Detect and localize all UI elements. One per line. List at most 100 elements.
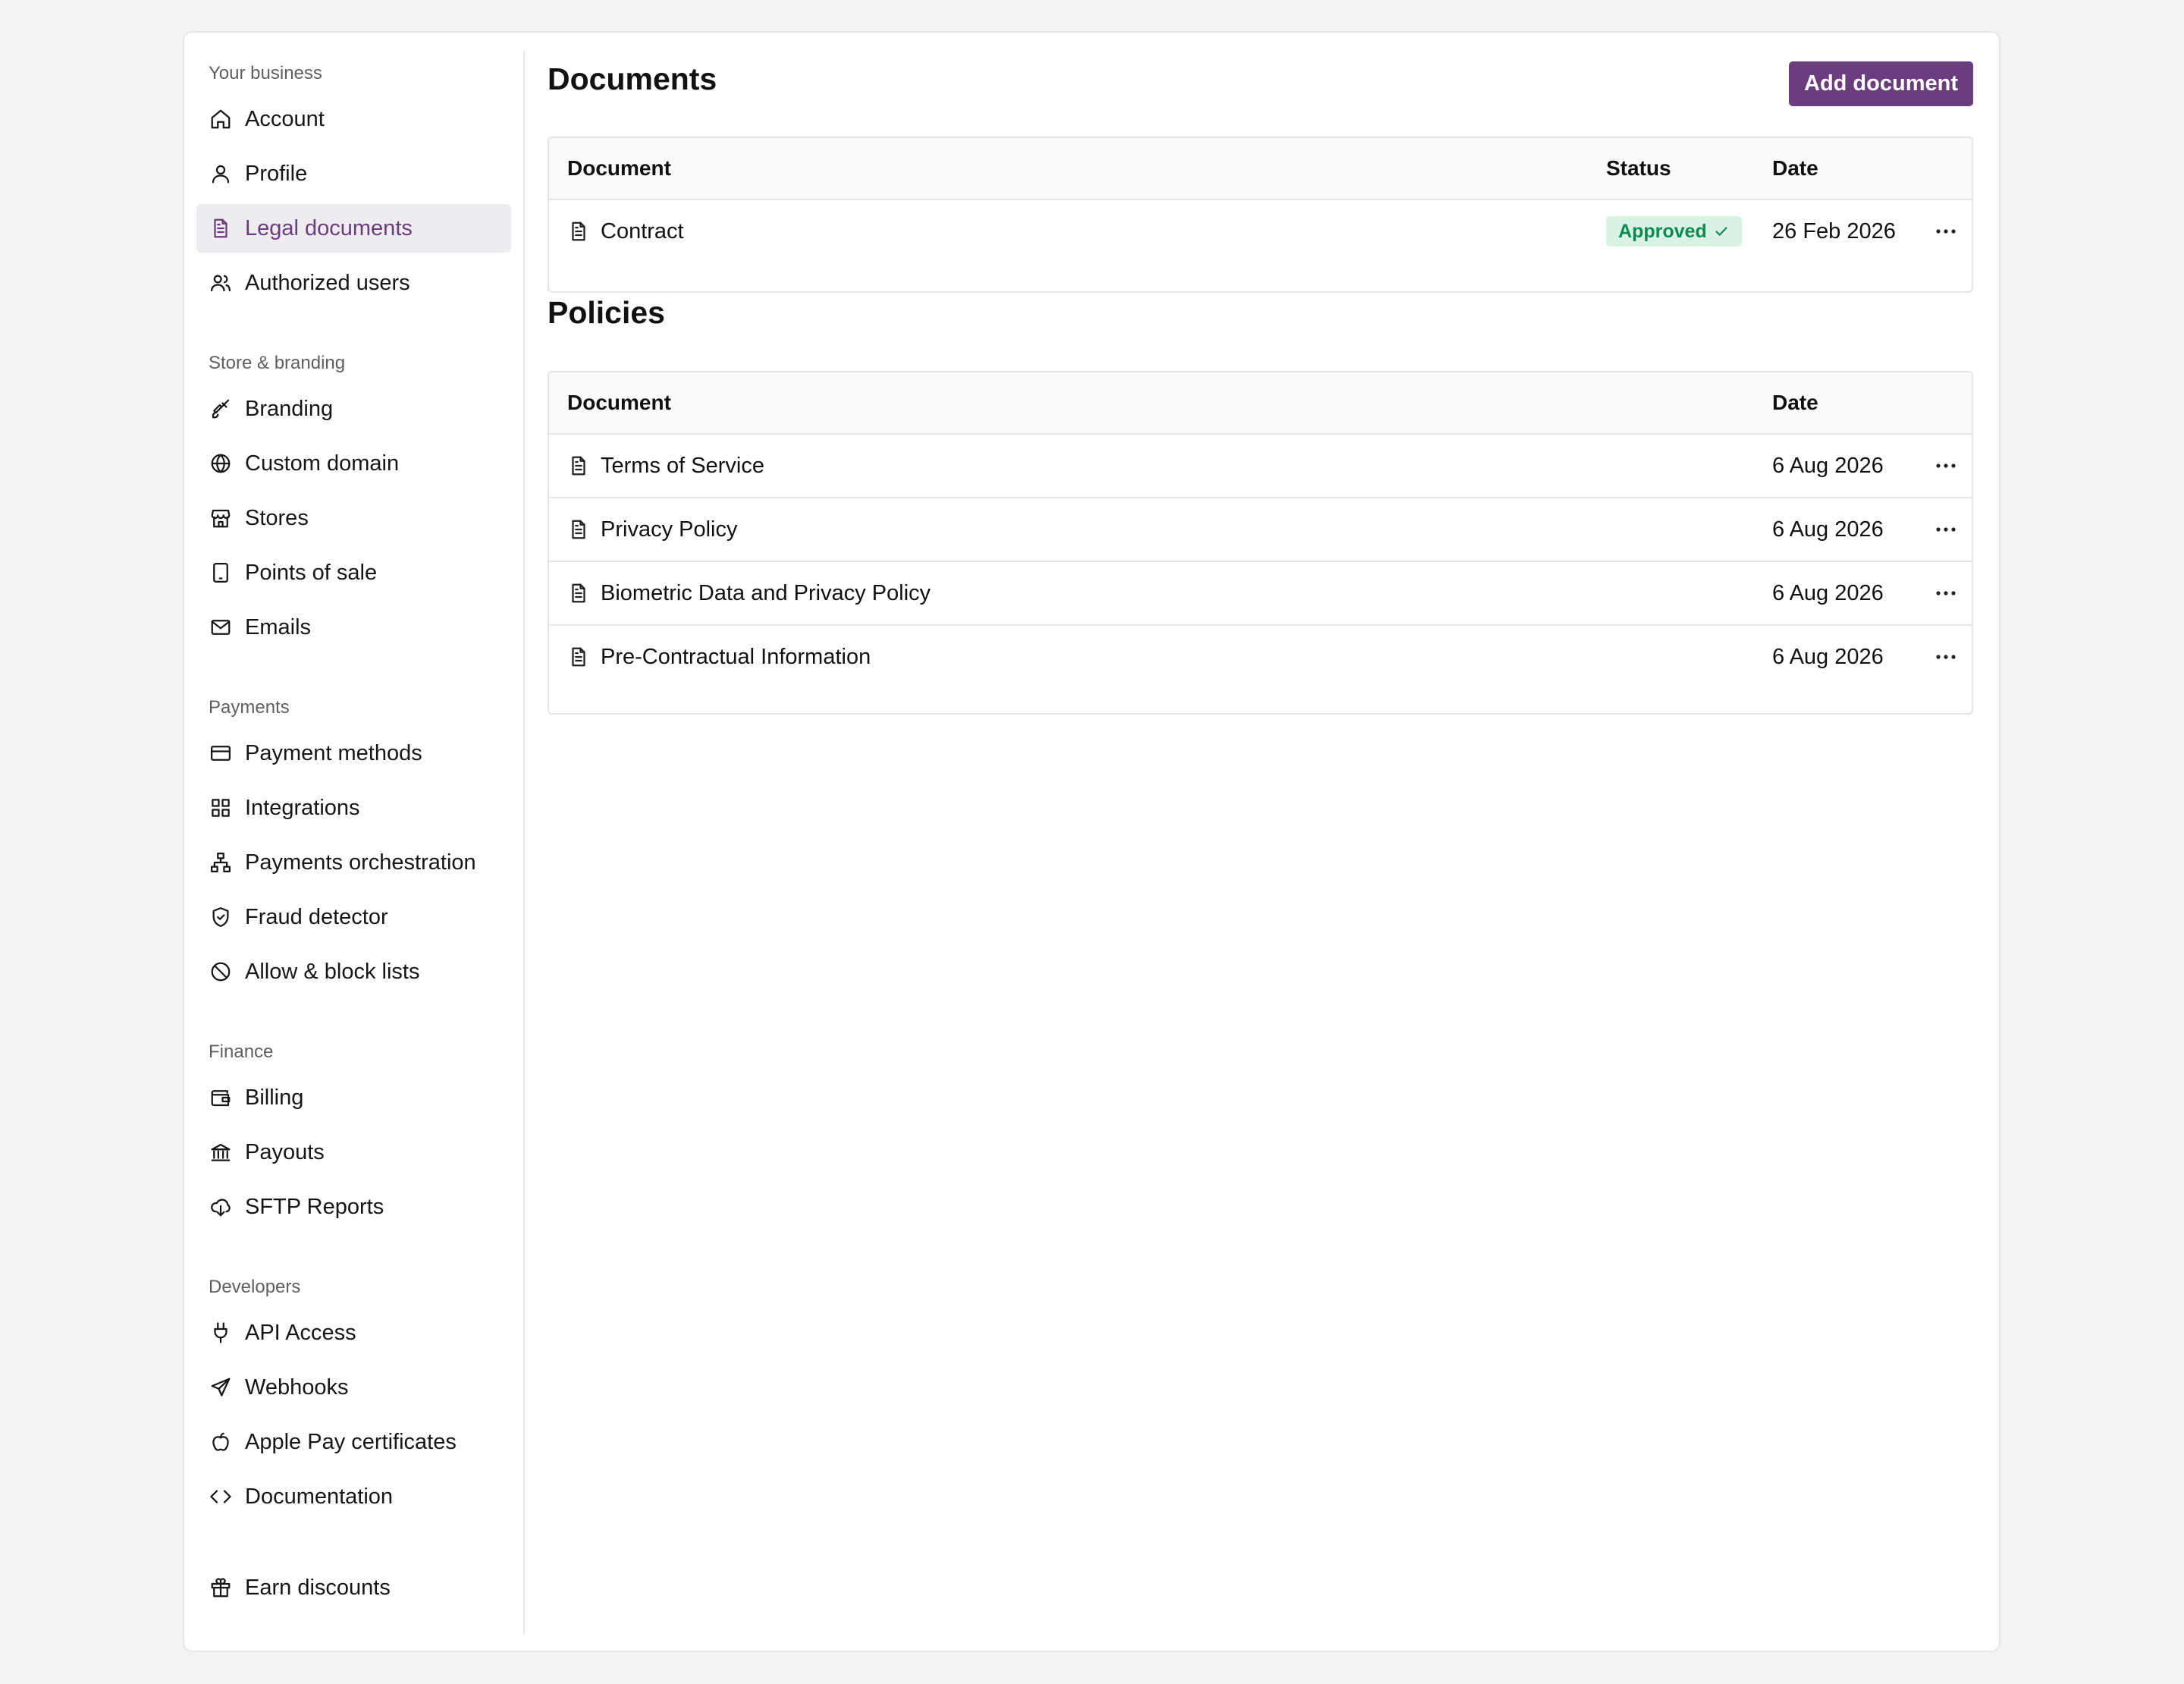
sidebar-item-payments-orchestration[interactable]: Payments orchestration: [196, 838, 511, 887]
document-cell: Pre-Contractual Information: [549, 645, 1772, 670]
document-name: Pre-Contractual Information: [601, 644, 871, 669]
more-horizontal-icon: [1936, 655, 1956, 659]
sidebar-item-label: API Access: [245, 1320, 356, 1345]
more-options-button[interactable]: [1920, 463, 1972, 469]
globe-icon: [209, 451, 233, 476]
sidebar-item-earn-discounts[interactable]: Earn discounts: [196, 1563, 511, 1612]
sidebar-item-label: Payments orchestration: [245, 850, 476, 875]
sidebar-item-sftp-reports[interactable]: SFTP Reports: [196, 1183, 511, 1231]
sidebar-item-label: Authorized users: [245, 270, 410, 295]
grid-icon: [209, 796, 233, 820]
policies-table: Document Date Terms of Service 6 Aug 202…: [548, 371, 1973, 715]
sidebar-item-label: Integrations: [245, 795, 360, 820]
sidebar-item-authorized-users[interactable]: Authorized users: [196, 259, 511, 307]
sidebar-item-label: Emails: [245, 614, 312, 639]
document-cell: Contract: [549, 219, 1606, 244]
sidebar-item-payment-methods[interactable]: Payment methods: [196, 729, 511, 778]
sidebar-item-integrations[interactable]: Integrations: [196, 784, 511, 832]
document-cell: Terms of Service: [549, 454, 1772, 479]
section-heading-your-business: Your business: [209, 63, 322, 83]
document-name: Terms of Service: [601, 453, 764, 478]
sidebar-item-label: Apple Pay certificates: [245, 1429, 457, 1454]
sidebar-item-apple-pay-certificates[interactable]: Apple Pay certificates: [196, 1418, 511, 1466]
table-row[interactable]: Pre-Contractual Information 6 Aug 2026: [549, 624, 1972, 688]
more-options-button[interactable]: [1920, 526, 1972, 533]
credit-card-icon: [209, 741, 233, 765]
more-options-button[interactable]: [1920, 654, 1972, 660]
sidebar-item-branding[interactable]: Branding: [196, 385, 511, 433]
table-row[interactable]: Biometric Data and Privacy Policy 6 Aug …: [549, 561, 1972, 624]
home-icon: [209, 107, 233, 131]
section-heading-developers: Developers: [209, 1277, 301, 1297]
documents-table: Document Status Date Contract Approved 2…: [548, 137, 1973, 293]
table-row[interactable]: Contract Approved 26 Feb 2026: [549, 199, 1972, 262]
date-cell: 6 Aug 2026: [1772, 644, 1884, 669]
column-header-status: Status: [1606, 156, 1671, 180]
more-options-button[interactable]: [1920, 228, 1972, 234]
document-name: Privacy Policy: [601, 517, 738, 542]
date-cell: 6 Aug 2026: [1772, 453, 1884, 478]
send-icon: [209, 1375, 233, 1400]
settings-sidebar: Your business Account Profile Legal docu…: [184, 51, 525, 1635]
sidebar-item-allow-block-lists[interactable]: Allow & block lists: [196, 947, 511, 996]
date-cell: 26 Feb 2026: [1772, 218, 1896, 243]
sidebar-item-webhooks[interactable]: Webhooks: [196, 1363, 511, 1412]
document-name: Biometric Data and Privacy Policy: [601, 580, 931, 605]
document-cell: Biometric Data and Privacy Policy: [549, 581, 1772, 606]
sidebar-item-label: Documentation: [245, 1484, 394, 1509]
sidebar-item-emails[interactable]: Emails: [196, 603, 511, 652]
users-icon: [209, 271, 233, 295]
check-icon: [1715, 227, 1727, 236]
column-header-date: Date: [1772, 391, 1818, 414]
table-row[interactable]: Privacy Policy 6 Aug 2026: [549, 497, 1972, 561]
column-header-document: Document: [567, 156, 671, 180]
more-options-button[interactable]: [1920, 590, 1972, 596]
file-text-icon: [567, 582, 590, 605]
date-cell: 6 Aug 2026: [1772, 517, 1884, 542]
section-heading-store-branding: Store & branding: [209, 353, 346, 373]
sidebar-item-label: SFTP Reports: [245, 1194, 384, 1219]
sidebar-item-label: Account: [245, 106, 325, 131]
column-header-document: Document: [567, 391, 671, 414]
sidebar-item-points-of-sale[interactable]: Points of sale: [196, 548, 511, 597]
document-name: Contract: [601, 218, 684, 243]
sidebar-item-api-access[interactable]: API Access: [196, 1309, 511, 1357]
document-cell: Privacy Policy: [549, 517, 1772, 542]
add-document-button[interactable]: Add document: [1789, 61, 1973, 106]
more-horizontal-icon: [1936, 463, 1956, 468]
sidebar-item-profile[interactable]: Profile: [196, 149, 511, 198]
file-text-icon: [567, 646, 590, 668]
date-cell: 6 Aug 2026: [1772, 580, 1884, 605]
apple-icon: [209, 1430, 233, 1454]
ban-icon: [209, 960, 233, 984]
sidebar-item-stores[interactable]: Stores: [196, 494, 511, 542]
more-horizontal-icon: [1936, 527, 1956, 532]
network-icon: [209, 850, 233, 875]
tablet-icon: [209, 561, 233, 585]
sidebar-item-billing[interactable]: Billing: [196, 1073, 511, 1122]
file-text-icon: [567, 220, 590, 243]
more-horizontal-icon: [1936, 591, 1956, 595]
sidebar-item-legal-documents[interactable]: Legal documents: [196, 204, 511, 253]
bank-icon: [209, 1140, 233, 1164]
policies-title: Policies: [548, 295, 665, 330]
sidebar-item-fraud-detector[interactable]: Fraud detector: [196, 893, 511, 941]
sidebar-item-label: Allow & block lists: [245, 959, 420, 984]
sidebar-item-label: Payment methods: [245, 740, 422, 765]
sidebar-item-label: Legal documents: [245, 215, 413, 240]
page-title: Documents: [548, 61, 717, 96]
sidebar-item-label: Branding: [245, 396, 334, 421]
paintbrush-icon: [209, 397, 233, 421]
sidebar-item-documentation[interactable]: Documentation: [196, 1472, 511, 1521]
user-icon: [209, 162, 233, 186]
cloud-download-icon: [209, 1195, 233, 1219]
sidebar-item-payouts[interactable]: Payouts: [196, 1128, 511, 1177]
sidebar-item-label: Earn discounts: [245, 1575, 391, 1600]
sidebar-item-label: Stores: [245, 505, 309, 530]
shield-check-icon: [209, 905, 233, 929]
more-horizontal-icon: [1936, 229, 1956, 234]
sidebar-item-label: Custom domain: [245, 451, 400, 476]
sidebar-item-custom-domain[interactable]: Custom domain: [196, 439, 511, 488]
sidebar-item-account[interactable]: Account: [196, 95, 511, 143]
table-row[interactable]: Terms of Service 6 Aug 2026: [549, 433, 1972, 497]
